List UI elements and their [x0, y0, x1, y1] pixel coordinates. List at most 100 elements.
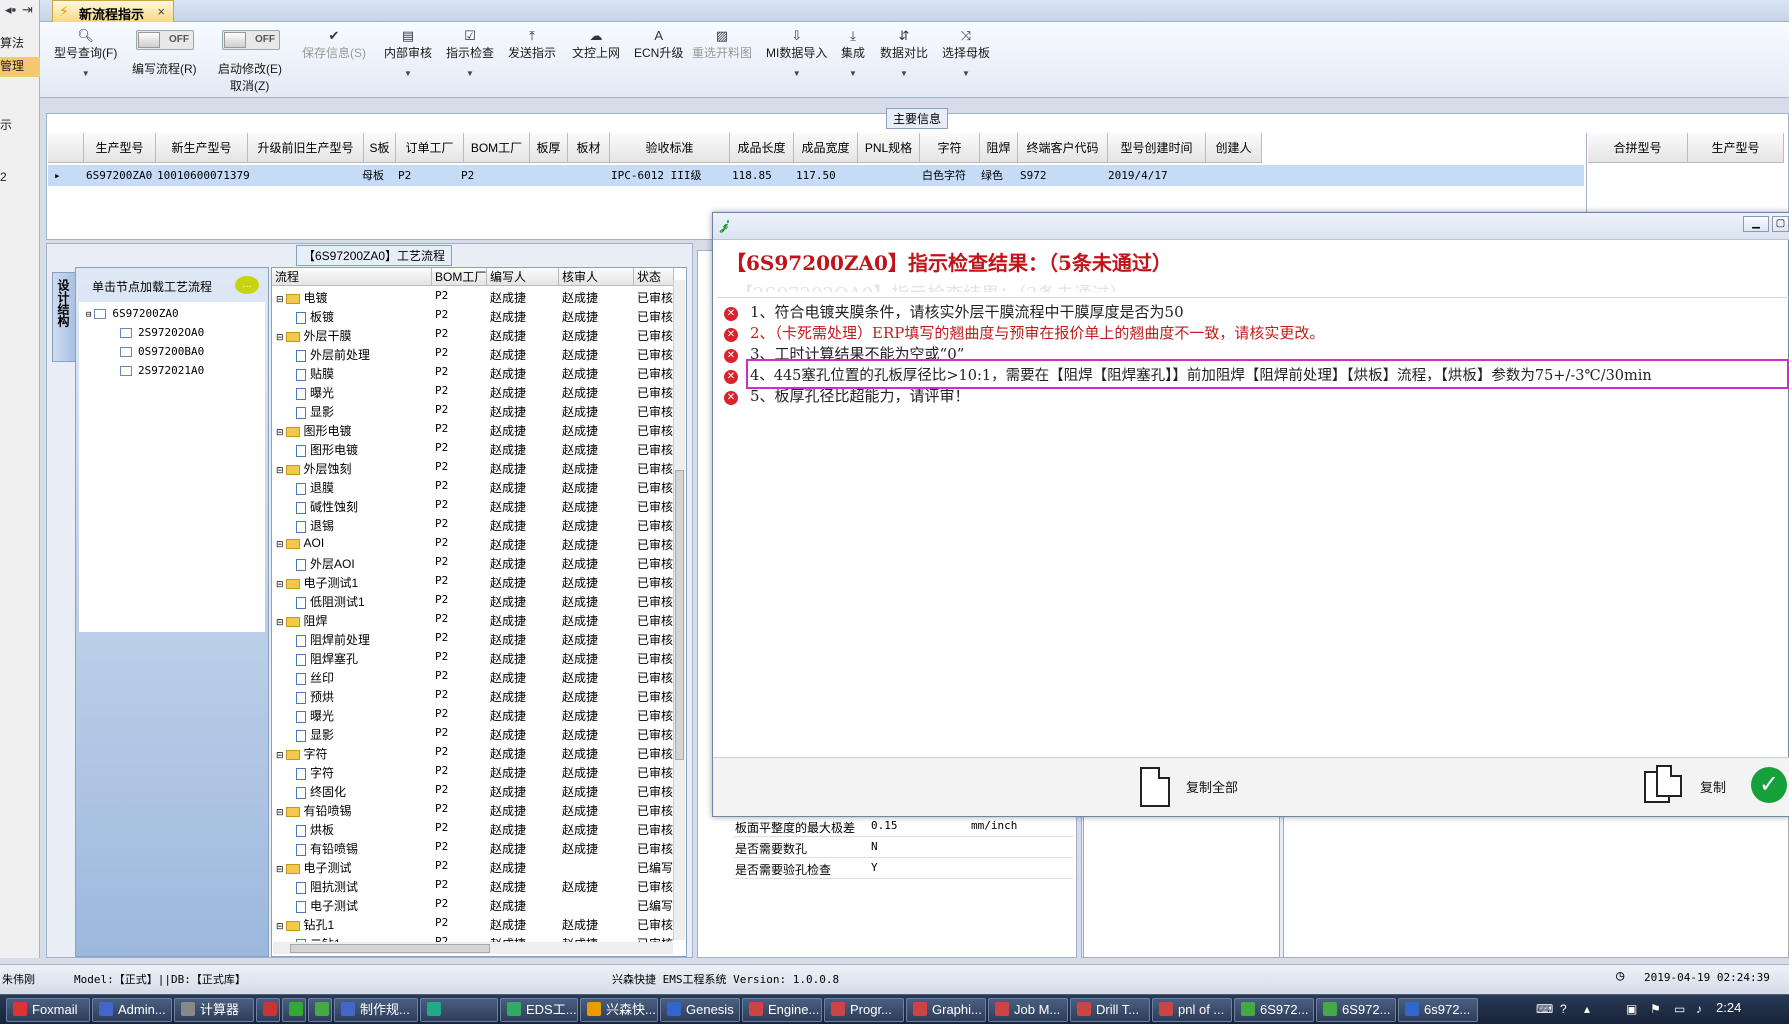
cell-customer[interactable]: S972 — [1020, 166, 1047, 186]
column-header[interactable]: 板厚 — [530, 133, 568, 163]
cell-char[interactable]: 白色字符 — [922, 166, 966, 186]
table-row[interactable]: 外层AOI P2 赵成捷 赵成捷 已审核 — [272, 553, 673, 572]
collapse-icon[interactable]: ⊟ — [276, 807, 284, 817]
column-header[interactable]: 生产型号 — [84, 133, 156, 163]
collapse-icon[interactable]: ⊟ — [276, 921, 284, 931]
tray-arrow-icon[interactable]: ▴ — [1584, 1002, 1590, 1016]
collapse-icon[interactable]: ⊟ — [276, 465, 284, 475]
tree-node[interactable]: 2S97202OA0 — [120, 326, 204, 339]
cell-created[interactable]: 2019/4/17 — [1108, 166, 1168, 186]
column-header[interactable]: 编写人 — [487, 268, 559, 286]
table-row[interactable]: 电子测试 P2 赵成捷 已编写 — [272, 895, 673, 914]
taskbar-item[interactable]: Foxmail — [6, 998, 90, 1022]
taskbar-item[interactable]: EDS工... — [500, 998, 578, 1022]
column-header[interactable]: 新生产型号 — [156, 133, 248, 163]
write-flow-toggle[interactable]: OFF — [136, 30, 194, 50]
taskbar-item[interactable]: 兴森快... — [580, 998, 658, 1022]
table-row[interactable]: ⊟ 外层干膜 P2 赵成捷 赵成捷 已审核 — [272, 325, 673, 344]
side-tab-design-structure[interactable]: 设计结构 — [52, 272, 76, 362]
confirm-check-icon[interactable]: ✓ — [1751, 767, 1787, 803]
cell-prod-model[interactable]: 6S97200ZA0 — [86, 166, 152, 186]
column-header[interactable]: 状态 — [634, 268, 674, 286]
column-header[interactable]: 订单工厂 — [396, 133, 464, 163]
left-nav-item-selected[interactable]: 管理 — [0, 57, 40, 77]
taskbar-item[interactable]: Genesis — [660, 998, 740, 1022]
column-header[interactable]: 流程 — [272, 268, 432, 286]
taskbar-item[interactable]: Engine... — [742, 998, 822, 1022]
table-row[interactable]: 阻抗测试 P2 赵成捷 赵成捷 已审核 — [272, 876, 673, 895]
table-row[interactable]: 字符 P2 赵成捷 赵成捷 已审核 — [272, 762, 673, 781]
taskbar-item[interactable] — [282, 998, 306, 1022]
taskbar-item[interactable]: 制作规... — [334, 998, 418, 1022]
column-header[interactable]: 成品宽度 — [794, 133, 858, 163]
dialog-titlebar[interactable] — [713, 213, 1789, 240]
table-row[interactable]: ⊟ 钻孔1 P2 赵成捷 赵成捷 已审核 — [272, 914, 673, 933]
tree-node[interactable]: 0S97200BA0 — [120, 345, 204, 358]
select-template-button[interactable]: ⤨ 选择母板 ▼ — [942, 28, 990, 78]
table-row[interactable]: ⊟ 外层蚀刻 P2 赵成捷 赵成捷 已审核 — [272, 458, 673, 477]
column-header[interactable]: 阻焊 — [980, 133, 1018, 163]
tab-close-icon[interactable]: × — [157, 4, 165, 19]
taskbar-item[interactable] — [420, 998, 498, 1022]
send-instruction-button[interactable]: ⤒ 发送指示 — [508, 28, 556, 61]
column-header[interactable]: 创建人 — [1206, 133, 1262, 163]
taskbar-item[interactable]: Admin... — [92, 998, 172, 1022]
table-row[interactable]: 曝光 P2 赵成捷 赵成捷 已审核 — [272, 705, 673, 724]
table-row[interactable]: 退膜 P2 赵成捷 赵成捷 已审核 — [272, 477, 673, 496]
chat-bubble-icon[interactable]: … — [235, 276, 259, 294]
table-row[interactable]: 外层前处理 P2 赵成捷 赵成捷 已审核 — [272, 344, 673, 363]
table-row[interactable]: 烘板 P2 赵成捷 赵成捷 已审核 — [272, 819, 673, 838]
integrate-button[interactable]: ⤓ 集成 ▼ — [841, 28, 865, 78]
table-row[interactable]: 阻焊前处理 P2 赵成捷 赵成捷 已审核 — [272, 629, 673, 648]
text-upload-button[interactable]: ☁ 文控上网 — [572, 28, 620, 61]
taskbar-item[interactable] — [256, 998, 280, 1022]
taskbar-item[interactable]: Graphi... — [906, 998, 986, 1022]
table-row[interactable]: ⊟ 电镀 P2 赵成捷 赵成捷 已审核 — [272, 287, 673, 306]
column-header[interactable]: 生产型号 — [1688, 133, 1784, 163]
taskbar-item[interactable]: Job M... — [988, 998, 1068, 1022]
instruction-check-button[interactable]: ☑ 指示检查 ▼ — [446, 28, 494, 78]
column-header[interactable]: BOM工厂 — [432, 268, 487, 286]
taskbar-item[interactable]: 6S972... — [1316, 998, 1396, 1022]
network-icon[interactable]: ▣ — [1626, 1002, 1637, 1016]
table-row[interactable]: 低阻测试1 P2 赵成捷 赵成捷 已审核 — [272, 591, 673, 610]
collapse-icon[interactable]: ⊟ — [86, 310, 91, 320]
tree-root-node[interactable]: ⊟ 6S97200ZA0 — [86, 307, 179, 320]
table-row[interactable]: 预烘 P2 赵成捷 赵成捷 已审核 — [272, 686, 673, 705]
collapse-icon[interactable]: ⊟ — [276, 617, 284, 627]
collapse-icon[interactable]: ⊟ — [276, 750, 284, 760]
column-header[interactable]: S板 — [364, 133, 396, 163]
table-row[interactable]: 曝光 P2 赵成捷 赵成捷 已审核 — [272, 382, 673, 401]
internal-review-button[interactable]: ▤ 内部审核 ▼ — [384, 28, 432, 78]
taskbar-item[interactable]: Progr... — [824, 998, 904, 1022]
cell-length[interactable]: 118.85 — [732, 166, 772, 186]
reselect-material-button[interactable]: ▨ 重选开料图 — [692, 28, 752, 61]
table-row[interactable]: ⊟ 电子测试1 P2 赵成捷 赵成捷 已审核 — [272, 572, 673, 591]
property-row[interactable]: 是否需要数孔 N — [733, 837, 1073, 858]
table-row[interactable]: 阻焊塞孔 P2 赵成捷 赵成捷 已审核 — [272, 648, 673, 667]
start-modify-toggle[interactable]: OFF — [222, 30, 280, 50]
table-row[interactable]: 显影 P2 赵成捷 赵成捷 已审核 — [272, 401, 673, 420]
mi-import-button[interactable]: ⇩ MI数据导入 ▼ — [766, 28, 827, 78]
cell-standard[interactable]: IPC-6012 III级 — [611, 166, 701, 186]
monitor-icon[interactable]: ▭ — [1674, 1002, 1685, 1016]
table-row[interactable]: ⊟ 有铅喷锡 P2 赵成捷 赵成捷 已审核 — [272, 800, 673, 819]
collapse-icon[interactable]: ⊟ — [276, 864, 284, 874]
cell-order-factory[interactable]: P2 — [398, 166, 411, 186]
table-row[interactable]: ⊟ 电子测试 P2 赵成捷 已编写 — [272, 857, 673, 876]
document-icon[interactable] — [1140, 767, 1170, 807]
table-row[interactable]: 有铅喷锡 P2 赵成捷 赵成捷 已审核 — [272, 838, 673, 857]
table-row[interactable]: ⊟ 阻焊 P2 赵成捷 赵成捷 已审核 — [272, 610, 673, 629]
taskbar-item[interactable]: pnl of ... — [1152, 998, 1232, 1022]
cell-bom-factory[interactable]: P2 — [461, 166, 474, 186]
taskbar-item[interactable]: 6s972... — [1398, 998, 1478, 1022]
copy-icon[interactable] — [1656, 765, 1682, 797]
ecn-upgrade-button[interactable]: A ECN升级 — [634, 28, 683, 61]
table-row[interactable]: 丝印 P2 赵成捷 赵成捷 已审核 — [272, 667, 673, 686]
table-row[interactable]: 图形电镀 P2 赵成捷 赵成捷 已审核 — [272, 439, 673, 458]
left-nav-item[interactable]: 算法 — [0, 34, 40, 51]
collapse-icon[interactable]: ⊟ — [276, 332, 284, 342]
left-nav-item[interactable]: 2 — [0, 170, 40, 184]
collapse-icon[interactable]: ⊟ — [276, 579, 284, 589]
column-header[interactable]: 合拼型号 — [1588, 133, 1688, 163]
